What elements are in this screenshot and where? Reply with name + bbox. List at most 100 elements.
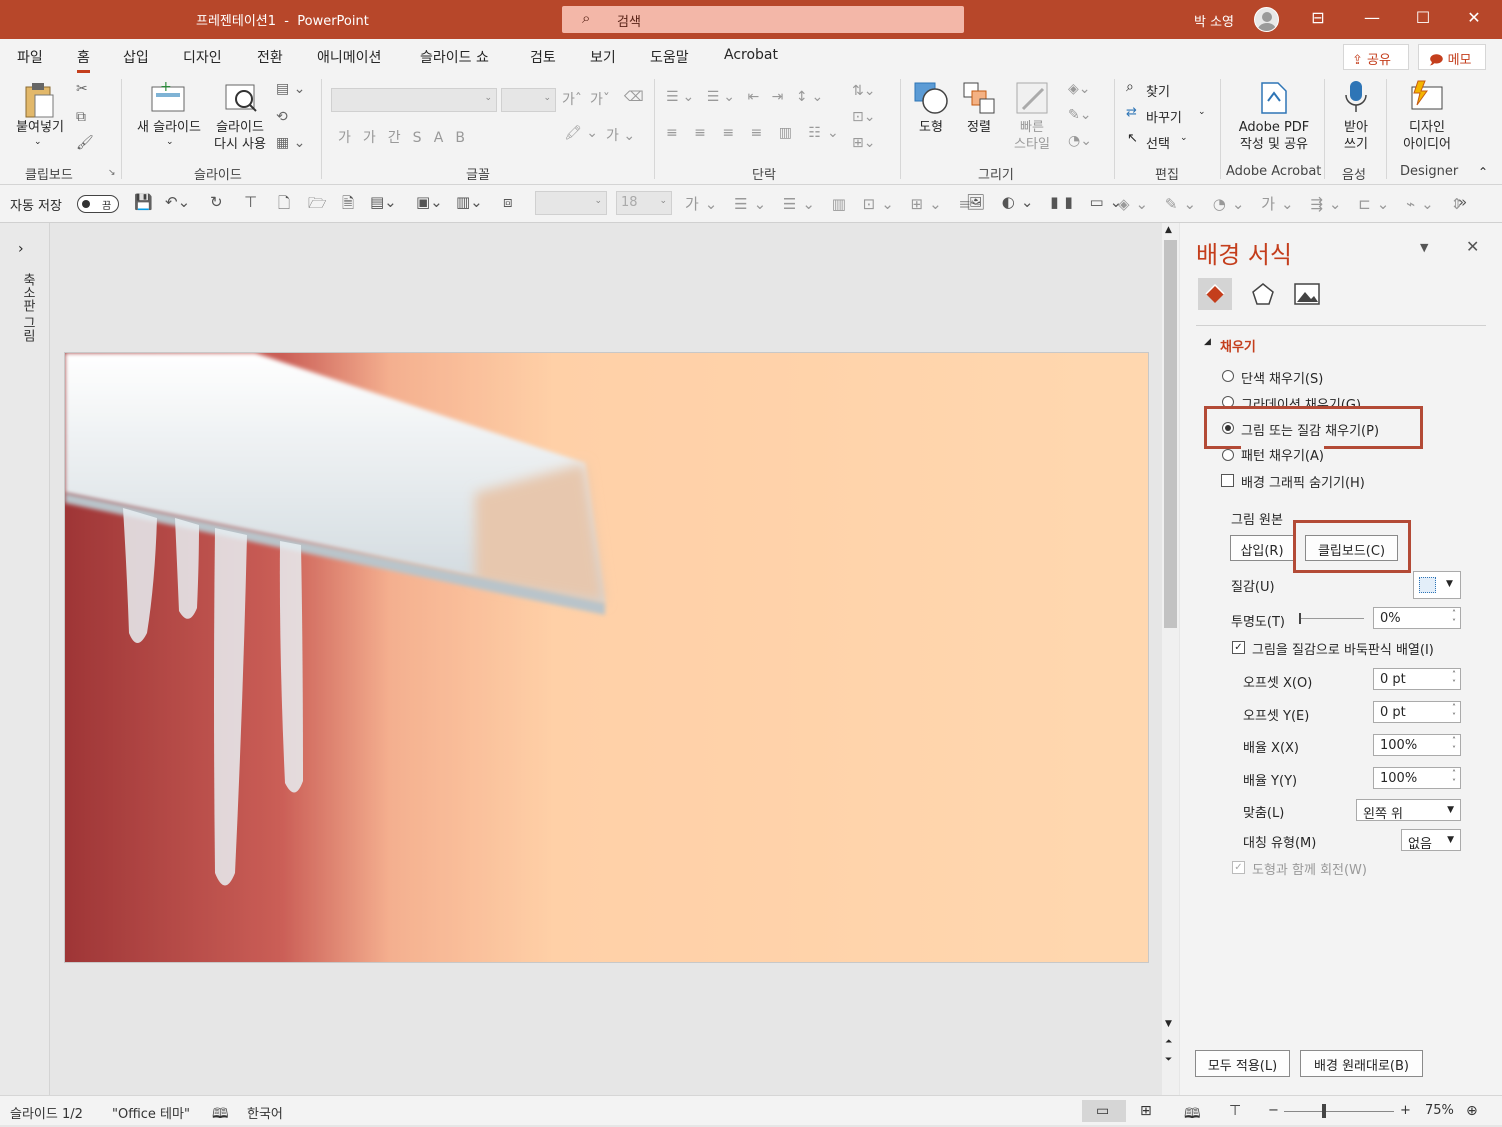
presentation-icon[interactable]: ⊤ (244, 193, 257, 211)
find-icon[interactable]: ⌕ (1126, 79, 1134, 95)
tile-label[interactable]: 그림을 질감으로 바둑판식 배열(I) (1252, 639, 1434, 658)
align-text-icon[interactable]: ⊡⌄ (852, 109, 875, 125)
transparency-slider[interactable] (1300, 618, 1364, 619)
select-button[interactable]: 선택 (1146, 133, 1170, 152)
apply-to-all-button[interactable]: 모두 적용(L) (1195, 1050, 1290, 1077)
tab-transitions[interactable]: 전환 (257, 47, 283, 67)
reuse-slide-button[interactable]: 슬라이드 다시 사용 (208, 119, 272, 153)
transparency-slider-thumb[interactable] (1299, 613, 1301, 624)
dialog-launcher-icon[interactable]: ↘ (108, 168, 116, 178)
alignment-select[interactable]: 왼쪽 위 ▼ (1356, 799, 1461, 822)
align-icons[interactable]: ≡ ≡ ≡ ≡ ▥ ☷⌄ (666, 125, 845, 141)
font-color-icon[interactable]: 가 ⌄ (606, 125, 635, 145)
highlight-icon[interactable]: 🖍 ⌄ (564, 125, 598, 141)
chevron-down-icon[interactable]: ⌄ (166, 137, 174, 147)
mirror-type-select[interactable]: 없음 ▼ (1401, 829, 1461, 852)
select-icon[interactable]: ↖ (1127, 131, 1138, 146)
share-button[interactable]: ⇪ 공유 (1343, 44, 1409, 70)
tab-design[interactable]: 디자인 (183, 47, 222, 67)
qat-font-select[interactable]: ⌄ (535, 191, 607, 215)
qat-font-size[interactable]: 18 ⌄ (616, 191, 672, 215)
user-name[interactable]: 박 소영 (1194, 11, 1234, 30)
spinner-icon[interactable]: ˄ ˅ (1452, 609, 1456, 627)
new-slide-button[interactable]: 새 슬라이드 (130, 119, 208, 136)
font-name-select[interactable]: ⌄ (331, 88, 497, 112)
normal-view-icon[interactable]: ▭ (1096, 1103, 1109, 1119)
language-indicator[interactable]: 한국어 (247, 1103, 283, 1122)
reset-icon[interactable]: ⟲ (276, 109, 288, 125)
tile-checkbox[interactable]: ✓ (1232, 641, 1245, 654)
reset-background-button[interactable]: 배경 원래대로(B) (1300, 1050, 1423, 1077)
layout-icon[interactable]: ▤⌄ (370, 193, 397, 211)
reading-view-icon[interactable]: 🕮 (1184, 1103, 1201, 1127)
chevron-down-icon[interactable]: ⌄ (1180, 133, 1188, 143)
hide-graphics-label[interactable]: 배경 그래픽 숨기기(H) (1241, 472, 1365, 491)
insert-picture-button[interactable]: 삽입(R) (1230, 535, 1294, 561)
tab-acrobat[interactable]: Acrobat (724, 47, 778, 63)
solid-fill-radio[interactable] (1222, 370, 1234, 382)
tab-slideshow[interactable]: 슬라이드 쇼 (420, 47, 489, 67)
qat-insert-icons[interactable]: 🖼 ◐⌄ ▮▮ ▭⌄ (966, 193, 1128, 211)
dictate-button[interactable]: 받아 쓰기 (1330, 119, 1382, 153)
copy-icon[interactable]: ⧉ (76, 109, 86, 125)
design-ideas-icon[interactable] (1408, 79, 1444, 117)
quick-styles-button[interactable]: 빠른 스타일 (1004, 119, 1060, 153)
font-format-icons[interactable]: 가가간SAB (338, 127, 477, 147)
zoom-out-icon[interactable]: − (1268, 1103, 1279, 1118)
redo-icon[interactable]: ↻ (210, 193, 223, 211)
scale-x-input[interactable]: 100% ˄ ˅ (1373, 734, 1461, 756)
scroll-up-icon[interactable]: ▲ (1165, 225, 1172, 235)
rotate-with-shape-checkbox[interactable]: ✓ (1232, 861, 1245, 874)
collapse-ribbon-icon[interactable]: ⌃ (1478, 165, 1488, 179)
offset-x-input[interactable]: 0 pt ˄ ˅ (1373, 668, 1461, 690)
close-icon[interactable]: ✕ (1464, 8, 1484, 30)
section-icon[interactable]: ▦ ⌄ (276, 135, 305, 151)
tab-home[interactable]: 홈 (77, 47, 90, 73)
slide[interactable] (64, 352, 1149, 963)
ribbon-display-icon[interactable]: ⊟ (1308, 8, 1328, 30)
tab-view[interactable]: 보기 (590, 47, 616, 67)
scroll-down-icon[interactable]: ▼ (1165, 1019, 1172, 1029)
qat-format-icons[interactable]: 가⌄ ☰⌄ ☰⌄ ▥ ⊡⌄ ⊞⌄ ≡ (685, 193, 977, 214)
fill-section-header[interactable]: 채우기 (1220, 336, 1256, 355)
quick-styles-icon[interactable] (1015, 81, 1049, 119)
thumbnail-label[interactable]: 축소판 그림 (15, 273, 35, 342)
spellcheck-icon[interactable]: 🕮 (212, 1103, 229, 1127)
zoom-slider-thumb[interactable] (1322, 1104, 1326, 1118)
new-file-icon[interactable]: 🗋 (278, 193, 290, 218)
microphone-icon[interactable] (1343, 79, 1369, 119)
more-commands-icon[interactable]: » (1458, 193, 1467, 211)
shape-effects-icon[interactable]: ◔⌄ (1068, 133, 1092, 149)
paste-button[interactable]: 붙여넣기 (10, 119, 70, 136)
chevron-down-icon[interactable]: ⌄ (34, 137, 42, 147)
slideshow-view-icon[interactable]: ⊤ (1229, 1103, 1241, 1119)
next-slide-icon[interactable]: ⏷ (1165, 1055, 1172, 1065)
effects-tab[interactable] (1246, 278, 1280, 310)
print-preview-icon[interactable]: 🗎 (342, 193, 354, 218)
fit-to-window-icon[interactable]: ⊕ (1466, 1103, 1478, 1119)
reuse-slide-icon[interactable] (224, 81, 260, 117)
spinner-icon[interactable]: ˄ ˅ (1452, 736, 1456, 754)
text-direction-icon[interactable]: ⇅⌄ (852, 83, 875, 99)
adobe-pdf-icon[interactable] (1258, 81, 1288, 119)
tab-insert[interactable]: 삽입 (123, 47, 149, 67)
shapes-button[interactable]: 도형 (910, 119, 952, 136)
zoom-level[interactable]: 75% (1425, 1103, 1454, 1118)
format-painter-icon[interactable]: 🖌 (76, 135, 94, 151)
replace-button[interactable]: 바꾸기 (1146, 107, 1182, 126)
offset-y-input[interactable]: 0 pt ˄ ˅ (1373, 701, 1461, 723)
fill-tab[interactable] (1198, 278, 1232, 310)
design-ideas-button[interactable]: 디자인 아이디어 (1392, 119, 1462, 153)
autosave-toggle[interactable]: 끔 (77, 195, 119, 213)
arrange-button[interactable]: 정렬 (958, 119, 1000, 136)
zoom-slider[interactable] (1284, 1111, 1394, 1112)
chevron-down-icon[interactable]: ⌄ (1198, 107, 1206, 117)
spinner-icon[interactable]: ˄ ˅ (1452, 703, 1456, 721)
find-button[interactable]: 찾기 (1146, 81, 1170, 100)
shapes-icon[interactable] (913, 81, 949, 119)
list-icons[interactable]: ☰⌄ ☰⌄ ⇤ ⇥ ↕⌄ (666, 89, 827, 105)
shape-outline-icon[interactable]: ✎⌄ (1068, 107, 1091, 123)
font-size-select[interactable]: ⌄ (501, 88, 556, 112)
clear-format-icon[interactable]: ⌫ (624, 89, 644, 105)
new-slide-small-icon[interactable]: ▣⌄ (416, 193, 443, 211)
